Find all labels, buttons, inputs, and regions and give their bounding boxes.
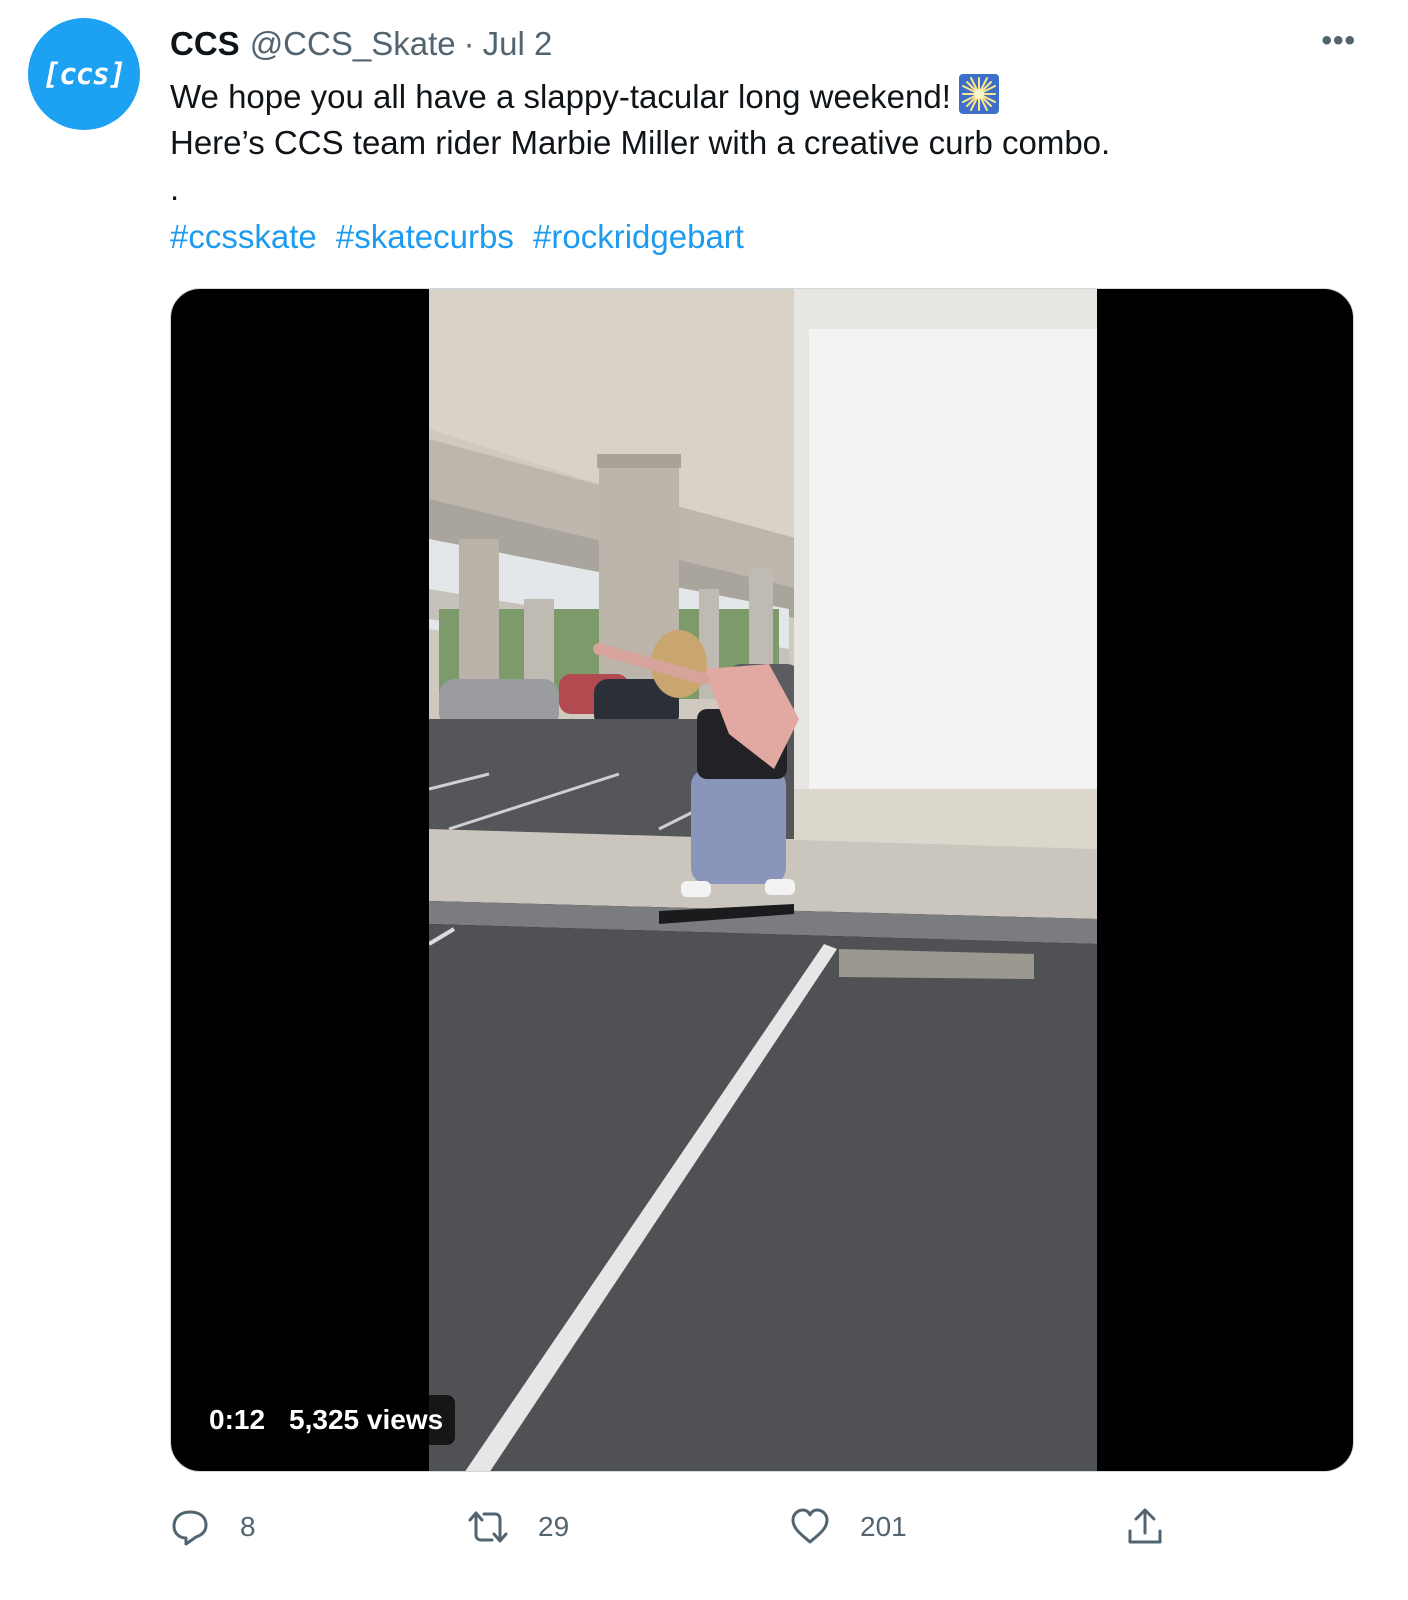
tweet-date[interactable]: Jul 2: [483, 25, 553, 63]
retweet-count: 29: [538, 1511, 570, 1542]
tweet-header: CCS @CCS_Skate · Jul 2: [170, 22, 552, 66]
reply-count: 8: [240, 1511, 256, 1542]
video-player[interactable]: 0:12 5,325 views: [170, 288, 1354, 1472]
share-button[interactable]: [1125, 1502, 1165, 1552]
like-count: 201: [860, 1511, 907, 1542]
separator-dot: ·: [463, 25, 475, 62]
sparkler-emoji-icon: [958, 74, 999, 114]
video-duration: 0:12: [209, 1404, 266, 1435]
display-name[interactable]: CCS: [170, 25, 240, 63]
hashtag-link[interactable]: #ccsskate: [170, 218, 317, 255]
like-button[interactable]: 201: [790, 1502, 907, 1552]
tweet-line-1: We hope you all have a slappy-tacular lo…: [170, 78, 951, 115]
tweet-line: We hope you all have a slappy-tacular lo…: [170, 74, 1350, 120]
more-options-icon[interactable]: •••: [1321, 26, 1356, 56]
video-frame: [429, 289, 1097, 1471]
hashtags: #ccsskate #skatecurbs #rockridgebart: [170, 214, 754, 260]
retweet-icon: [468, 1511, 508, 1543]
like-icon: [791, 1508, 829, 1544]
hashtag-link[interactable]: #skatecurbs: [336, 218, 514, 255]
video-overlay: 0:12 5,325 views: [193, 1395, 456, 1445]
retweet-button[interactable]: 29: [468, 1502, 569, 1552]
reply-icon: [172, 1510, 208, 1546]
video-views: 5,325 views: [289, 1404, 444, 1435]
tweet-text: We hope you all have a slappy-tacular lo…: [170, 74, 1350, 212]
tweet-actions: 8 29 201: [170, 1502, 1170, 1552]
tweet-line-3: .: [170, 170, 180, 207]
tweet-line-2: Here’s CCS team rider Marbie Miller with…: [170, 124, 1111, 161]
user-handle[interactable]: @CCS_Skate: [250, 25, 456, 63]
hashtag-link[interactable]: #rockridgebart: [533, 218, 744, 255]
avatar-logo: [ccs]: [42, 57, 126, 91]
share-icon: [1128, 1508, 1162, 1544]
reply-button[interactable]: 8: [170, 1502, 256, 1552]
avatar[interactable]: [ccs]: [28, 18, 140, 130]
